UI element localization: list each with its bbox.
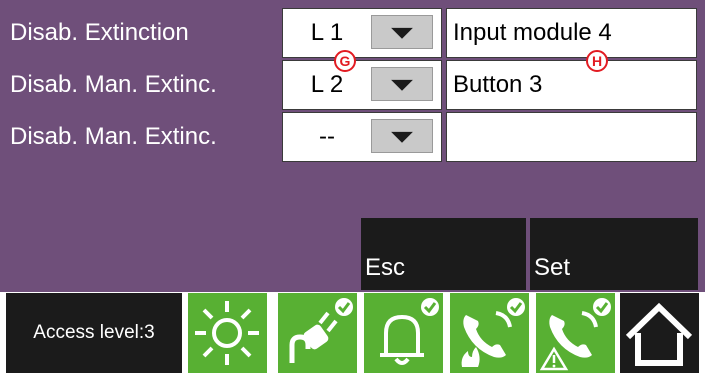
status-tile-fault-call[interactable]: [536, 293, 615, 373]
access-level: Access level:3: [6, 293, 182, 373]
chevron-down-icon: [391, 79, 413, 91]
row-label-3: Disab. Man. Extinc.: [10, 123, 217, 150]
chevron-down-icon: [391, 27, 413, 39]
config-panel: Disab. Extinction L 1 Input module 4 Dis…: [0, 0, 705, 292]
level-select-1[interactable]: L 1: [282, 8, 442, 58]
level-value-2: L 2: [310, 71, 344, 98]
chevron-down-icon: [391, 131, 413, 143]
dropdown-button-2[interactable]: [371, 67, 433, 101]
phone-warning-icon: [539, 298, 611, 371]
device-field-2[interactable]: Button 3: [446, 60, 697, 110]
home-button[interactable]: [620, 293, 699, 373]
row-label-2: Disab. Man. Extinc.: [10, 71, 217, 98]
phone-fire-icon: [461, 298, 525, 367]
status-tile-alarm[interactable]: [364, 293, 443, 373]
status-tile-sun[interactable]: [188, 293, 267, 373]
status-tile-fire-call[interactable]: [450, 293, 529, 373]
level-select-3[interactable]: --: [282, 112, 442, 162]
marker-g: G: [334, 50, 356, 72]
device-value-2: Button 3: [453, 71, 543, 98]
device-value-1: Input module 4: [453, 19, 612, 46]
device-field-3[interactable]: [446, 112, 697, 162]
dropdown-button-3[interactable]: [371, 119, 433, 153]
level-value-3: --: [319, 123, 335, 150]
esc-label: Esc: [365, 254, 406, 281]
status-tile-power[interactable]: [278, 293, 357, 373]
home-icon: [625, 302, 693, 366]
level-value-1: L 1: [310, 19, 344, 46]
bell-icon: [380, 298, 439, 365]
power-plug-icon: [289, 298, 353, 363]
set-button[interactable]: Set: [530, 218, 698, 290]
sun-icon: [195, 301, 259, 365]
screen: Disab. Extinction L 1 Input module 4 Dis…: [0, 0, 705, 376]
row-label-1: Disab. Extinction: [10, 19, 189, 46]
esc-button[interactable]: Esc: [361, 218, 526, 290]
marker-h: H: [586, 50, 608, 72]
dropdown-button-1[interactable]: [371, 15, 433, 49]
level-select-2[interactable]: L 2: [282, 60, 442, 110]
device-field-1[interactable]: Input module 4: [446, 8, 697, 58]
set-label: Set: [534, 254, 571, 281]
